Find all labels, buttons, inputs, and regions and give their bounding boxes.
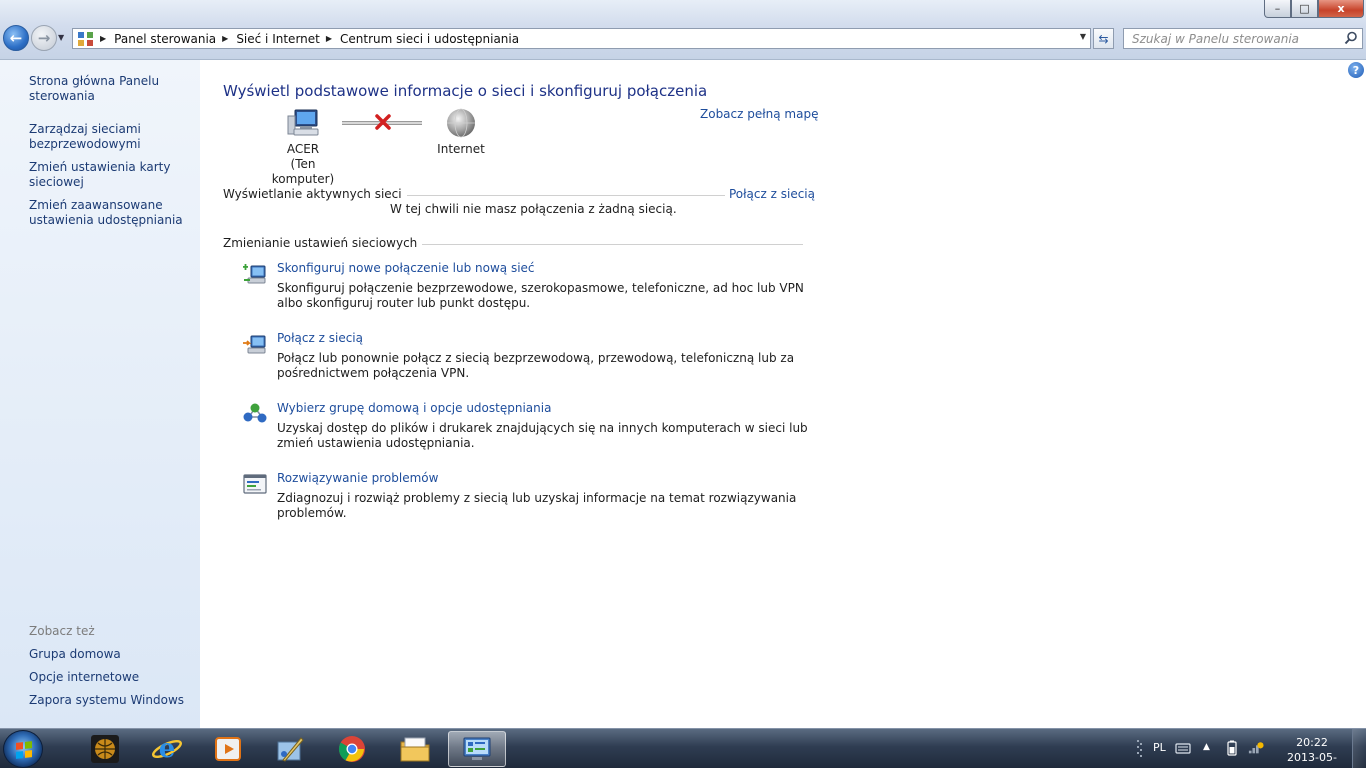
active-networks-heading: Wyświetlanie aktywnych sieci [223,187,407,201]
breadcrumb-label: Sieć i Internet [236,31,320,46]
see-also-link-windows-firewall[interactable]: Zapora systemu Windows [29,693,194,708]
address-dropdown-icon[interactable]: ▼ [1080,32,1086,41]
refresh-icon: ⇆ [1098,31,1109,46]
change-settings-heading: Zmienianie ustawień sieciowych [223,236,423,250]
full-map-link[interactable]: Zobacz pełną mapę [700,107,818,121]
start-button[interactable] [3,730,43,768]
window-controls: – □ x [1264,0,1364,20]
sidebar-link-adapter-settings[interactable]: Zmień ustawienia karty sieciowej [29,160,194,190]
task-description: Skonfiguruj połączenie bezprzewodowe, sz… [277,281,804,310]
sidebar-link-manage-wireless[interactable]: Zarządzaj sieciami bezprzewodowymi [29,122,194,152]
connect-to-network-link[interactable]: Połącz z siecią [725,187,815,201]
internet-explorer-icon: e [151,734,183,764]
maximize-button[interactable]: □ [1291,0,1318,18]
taskbar-app-chrome[interactable] [323,731,381,767]
globe-icon [447,108,475,138]
clock-time: 20:22 [1296,736,1328,749]
taskbar: e PL ▲ 20:22 2013-05- [0,728,1366,768]
breadcrumb-panel-sterowania[interactable]: Panel sterowania [114,29,216,48]
connect-network-icon [243,335,266,354]
taskbar-app-orb[interactable] [76,731,134,767]
breadcrumb-label: Panel sterowania [114,31,217,46]
control-panel-icon [463,737,491,760]
section-divider [396,244,803,245]
show-hidden-icons-icon[interactable]: ▲ [1203,742,1219,756]
taskbar-app-internet-explorer[interactable]: e [138,731,196,767]
task-title[interactable]: Wybierz grupę domową i opcje udostępnian… [277,401,551,415]
control-panel-icon [76,30,94,48]
computer-name: ACER [286,142,320,156]
arrow-left-icon: ← [9,29,23,47]
breadcrumb-separator-icon[interactable]: ▶ [326,34,332,43]
window-chrome: – □ x ← → ▼ ▶ Panel sterowania ▶ Sieć i … [0,0,1366,60]
taskbar-app-control-panel[interactable] [448,731,506,767]
task-title[interactable]: Rozwiązywanie problemów [277,471,438,485]
computer-icon [287,109,319,136]
clock-date: 2013-05-22 [1287,751,1337,768]
paint-icon [277,737,304,762]
network-disconnected-icon[interactable] [1248,741,1264,755]
tray-grip-icon [1137,740,1153,757]
taskbar-app-explorer[interactable] [386,731,444,767]
map-node-computer[interactable]: ACER (Ten komputer) [258,108,348,187]
task-description: Uzyskaj dostęp do plików i drukarek znaj… [277,421,808,450]
keyboard-icon[interactable] [1175,741,1191,755]
task-title[interactable]: Skonfiguruj nowe połączenie lub nową sie… [277,261,535,275]
computer-subtitle: (Ten komputer) [271,157,335,186]
search-box[interactable] [1123,28,1363,49]
explorer-icon [400,737,430,762]
search-icon[interactable] [1344,31,1358,45]
refresh-button[interactable]: ⇆ [1093,28,1114,49]
taskbar-app-media-player[interactable] [199,731,257,767]
see-also-link-internet-options[interactable]: Opcje internetowe [29,670,194,685]
clock[interactable]: 20:22 2013-05-22 [1282,735,1342,768]
disconnected-x-icon[interactable] [375,114,391,130]
show-desktop-button[interactable] [1352,729,1366,768]
back-button[interactable]: ← [3,25,29,51]
windows-logo-icon [16,741,32,759]
media-player-icon [215,737,241,761]
breadcrumb-separator-icon[interactable]: ▶ [100,34,106,43]
no-connection-status: W tej chwili nie masz połączenia z żadną… [390,202,677,216]
search-input[interactable] [1132,31,1337,46]
chrome-icon [338,736,365,762]
address-bar[interactable]: ▶ Panel sterowania ▶ Sieć i Internet ▶ C… [72,28,1091,49]
map-node-internet[interactable]: Internet [426,108,496,157]
task-description: Połącz lub ponownie połącz z siecią bezp… [277,351,795,380]
language-indicator[interactable]: PL [1153,741,1166,754]
homegroup-icon [243,403,267,423]
battery-icon[interactable] [1226,740,1238,756]
taskbar-app-paint[interactable] [261,731,319,767]
troubleshoot-icon [243,474,267,494]
minimize-button[interactable]: – [1264,0,1291,18]
sidebar-link-advanced-sharing[interactable]: Zmień zaawansowane ustawienia udostępnia… [29,198,194,228]
forward-button[interactable]: → [31,25,57,51]
breadcrumb-siec-i-internet[interactable]: Sieć i Internet [236,29,320,48]
breadcrumb-separator-icon[interactable]: ▶ [222,34,228,43]
close-button[interactable]: x [1318,0,1364,18]
page-title: Wyświetl podstawowe informacje o sieci i… [223,82,708,100]
task-description: Zdiagnozuj i rozwiąż problemy z siecią l… [277,491,797,520]
main-content: Wyświetl podstawowe informacje o sieci i… [200,60,1366,728]
task-title[interactable]: Połącz z siecią [277,331,363,345]
arrow-right-icon: → [37,29,51,47]
see-also-heading: Zobacz też [29,624,95,638]
see-also-link-homegroup[interactable]: Grupa domowa [29,647,194,662]
task-pane: Strona główna Panelu sterowania Zarządza… [0,60,200,728]
breadcrumb-label: Centrum sieci i udostępniania [340,31,520,46]
orb-app-icon [91,735,119,763]
history-dropdown-icon[interactable]: ▼ [58,33,64,42]
internet-label: Internet [437,142,485,156]
sidebar-link-control-panel-home[interactable]: Strona główna Panelu sterowania [29,74,194,104]
breadcrumb-centrum-sieci[interactable]: Centrum sieci i udostępniania [340,29,519,48]
new-connection-icon [243,264,266,284]
svg-text:e: e [159,734,176,764]
